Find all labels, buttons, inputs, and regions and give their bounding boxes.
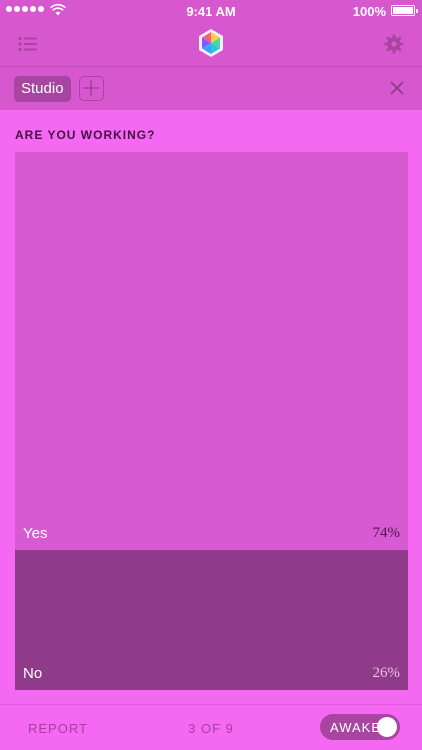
- tag-bar: Studio: [0, 67, 422, 110]
- status-bar: 9:41 AM 100%: [0, 0, 422, 22]
- add-tag-button[interactable]: [79, 76, 104, 101]
- response-chart: Yes 74% No 26%: [15, 152, 408, 690]
- toggle-knob: [377, 717, 397, 737]
- question-title: ARE YOU WORKING?: [15, 128, 156, 142]
- gear-icon[interactable]: [384, 34, 404, 54]
- bar-label: Yes: [23, 525, 48, 542]
- awake-label: AWAKE: [330, 720, 381, 735]
- awake-toggle[interactable]: AWAKE: [320, 714, 400, 740]
- tag-studio[interactable]: Studio: [14, 76, 71, 102]
- navigation-bar: [0, 22, 422, 66]
- close-icon[interactable]: [390, 81, 404, 95]
- bar-yes: Yes 74%: [15, 152, 408, 550]
- list-icon[interactable]: [18, 36, 38, 52]
- battery-percentage: 100%: [352, 4, 386, 19]
- bar-no: No 26%: [15, 550, 408, 690]
- battery-icon: [391, 5, 418, 16]
- bar-label: No: [23, 665, 43, 682]
- hexagon-cube-logo-icon: [199, 29, 223, 57]
- plus-icon: [83, 80, 99, 96]
- bar-value: 26%: [372, 665, 401, 681]
- footer-bar: REPORT 3 OF 9 AWAKE: [0, 704, 422, 750]
- bar-value: 74%: [372, 525, 401, 541]
